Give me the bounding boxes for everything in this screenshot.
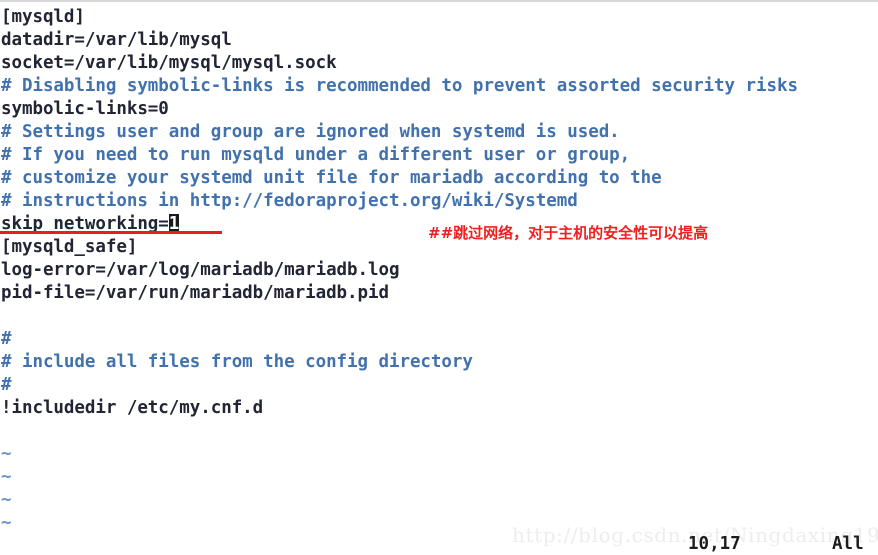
editor-line: # customize your systemd unit file for m… bbox=[1, 167, 662, 190]
editor-line: # include all files from the config dire… bbox=[1, 351, 473, 374]
empty-line-tilde: ~ bbox=[1, 444, 12, 464]
editor-line: ~ bbox=[1, 466, 12, 489]
config-text: [mysqld] bbox=[1, 7, 85, 27]
config-text: log-error=/var/log/mariadb/mariadb.log bbox=[1, 260, 400, 280]
comment-text: # Settings user and group are ignored wh… bbox=[1, 122, 620, 142]
comment-text: # bbox=[1, 375, 12, 395]
editor-line: ~ bbox=[1, 443, 12, 466]
comment-text: # If you need to run mysqld under a diff… bbox=[1, 145, 631, 165]
editor-line: datadir=/var/lib/mysql bbox=[1, 29, 232, 52]
config-text: symbolic-links=0 bbox=[1, 99, 169, 119]
config-text: socket=/var/lib/mysql/mysql.sock bbox=[1, 53, 337, 73]
empty-line-tilde: ~ bbox=[1, 467, 12, 487]
config-text: datadir=/var/lib/mysql bbox=[1, 30, 232, 50]
terminal-screen: [mysqld] datadir=/var/lib/mysql socket=/va… bbox=[0, 0, 878, 555]
red-underline-annotation bbox=[0, 231, 222, 234]
editor-line: # Settings user and group are ignored wh… bbox=[1, 121, 620, 144]
config-text: pid-file=/var/run/mariadb/mariadb.pid bbox=[1, 283, 389, 303]
config-text: !includedir /etc/my.cnf.d bbox=[1, 398, 264, 418]
status-scroll-indicator: All bbox=[832, 534, 864, 554]
editor-line: symbolic-links=0 bbox=[1, 98, 169, 121]
editor-line: # bbox=[1, 328, 12, 351]
empty-line-tilde: ~ bbox=[1, 513, 12, 533]
vim-status-bar: 10,17 All bbox=[0, 533, 878, 555]
comment-text: # instructions in http://fedoraproject.o… bbox=[1, 191, 578, 211]
editor-line: # Disabling symbolic-links is recommende… bbox=[1, 75, 798, 98]
config-text: [mysqld_safe] bbox=[1, 237, 138, 257]
editor-line: socket=/var/lib/mysql/mysql.sock bbox=[1, 52, 337, 75]
editor-line: [mysqld] bbox=[1, 6, 85, 29]
editor-line: ~ bbox=[1, 489, 12, 512]
comment-text: # include all files from the config dire… bbox=[1, 352, 473, 372]
editor-line: pid-file=/var/run/mariadb/mariadb.pid bbox=[1, 282, 389, 305]
comment-text: # Disabling symbolic-links is recommende… bbox=[1, 76, 798, 96]
editor-line: log-error=/var/log/mariadb/mariadb.log bbox=[1, 259, 400, 282]
red-chinese-annotation: ##跳过网络，对于主机的安全性可以提高 bbox=[428, 224, 709, 242]
editor-line: # If you need to run mysqld under a diff… bbox=[1, 144, 630, 167]
comment-text: # customize your systemd unit file for m… bbox=[1, 168, 662, 188]
editor-line: # instructions in http://fedoraproject.o… bbox=[1, 190, 578, 213]
comment-text: # bbox=[1, 329, 12, 349]
editor-text-area[interactable]: [mysqld] datadir=/var/lib/mysql socket=/va… bbox=[0, 4, 878, 533]
status-cursor-position: 10,17 bbox=[688, 534, 741, 554]
editor-line: [mysqld_safe] bbox=[1, 236, 137, 259]
editor-line: !includedir /etc/my.cnf.d bbox=[1, 397, 263, 420]
editor-line: # bbox=[1, 374, 12, 397]
editor-line: ~ bbox=[1, 512, 12, 535]
empty-line-tilde: ~ bbox=[1, 490, 12, 510]
